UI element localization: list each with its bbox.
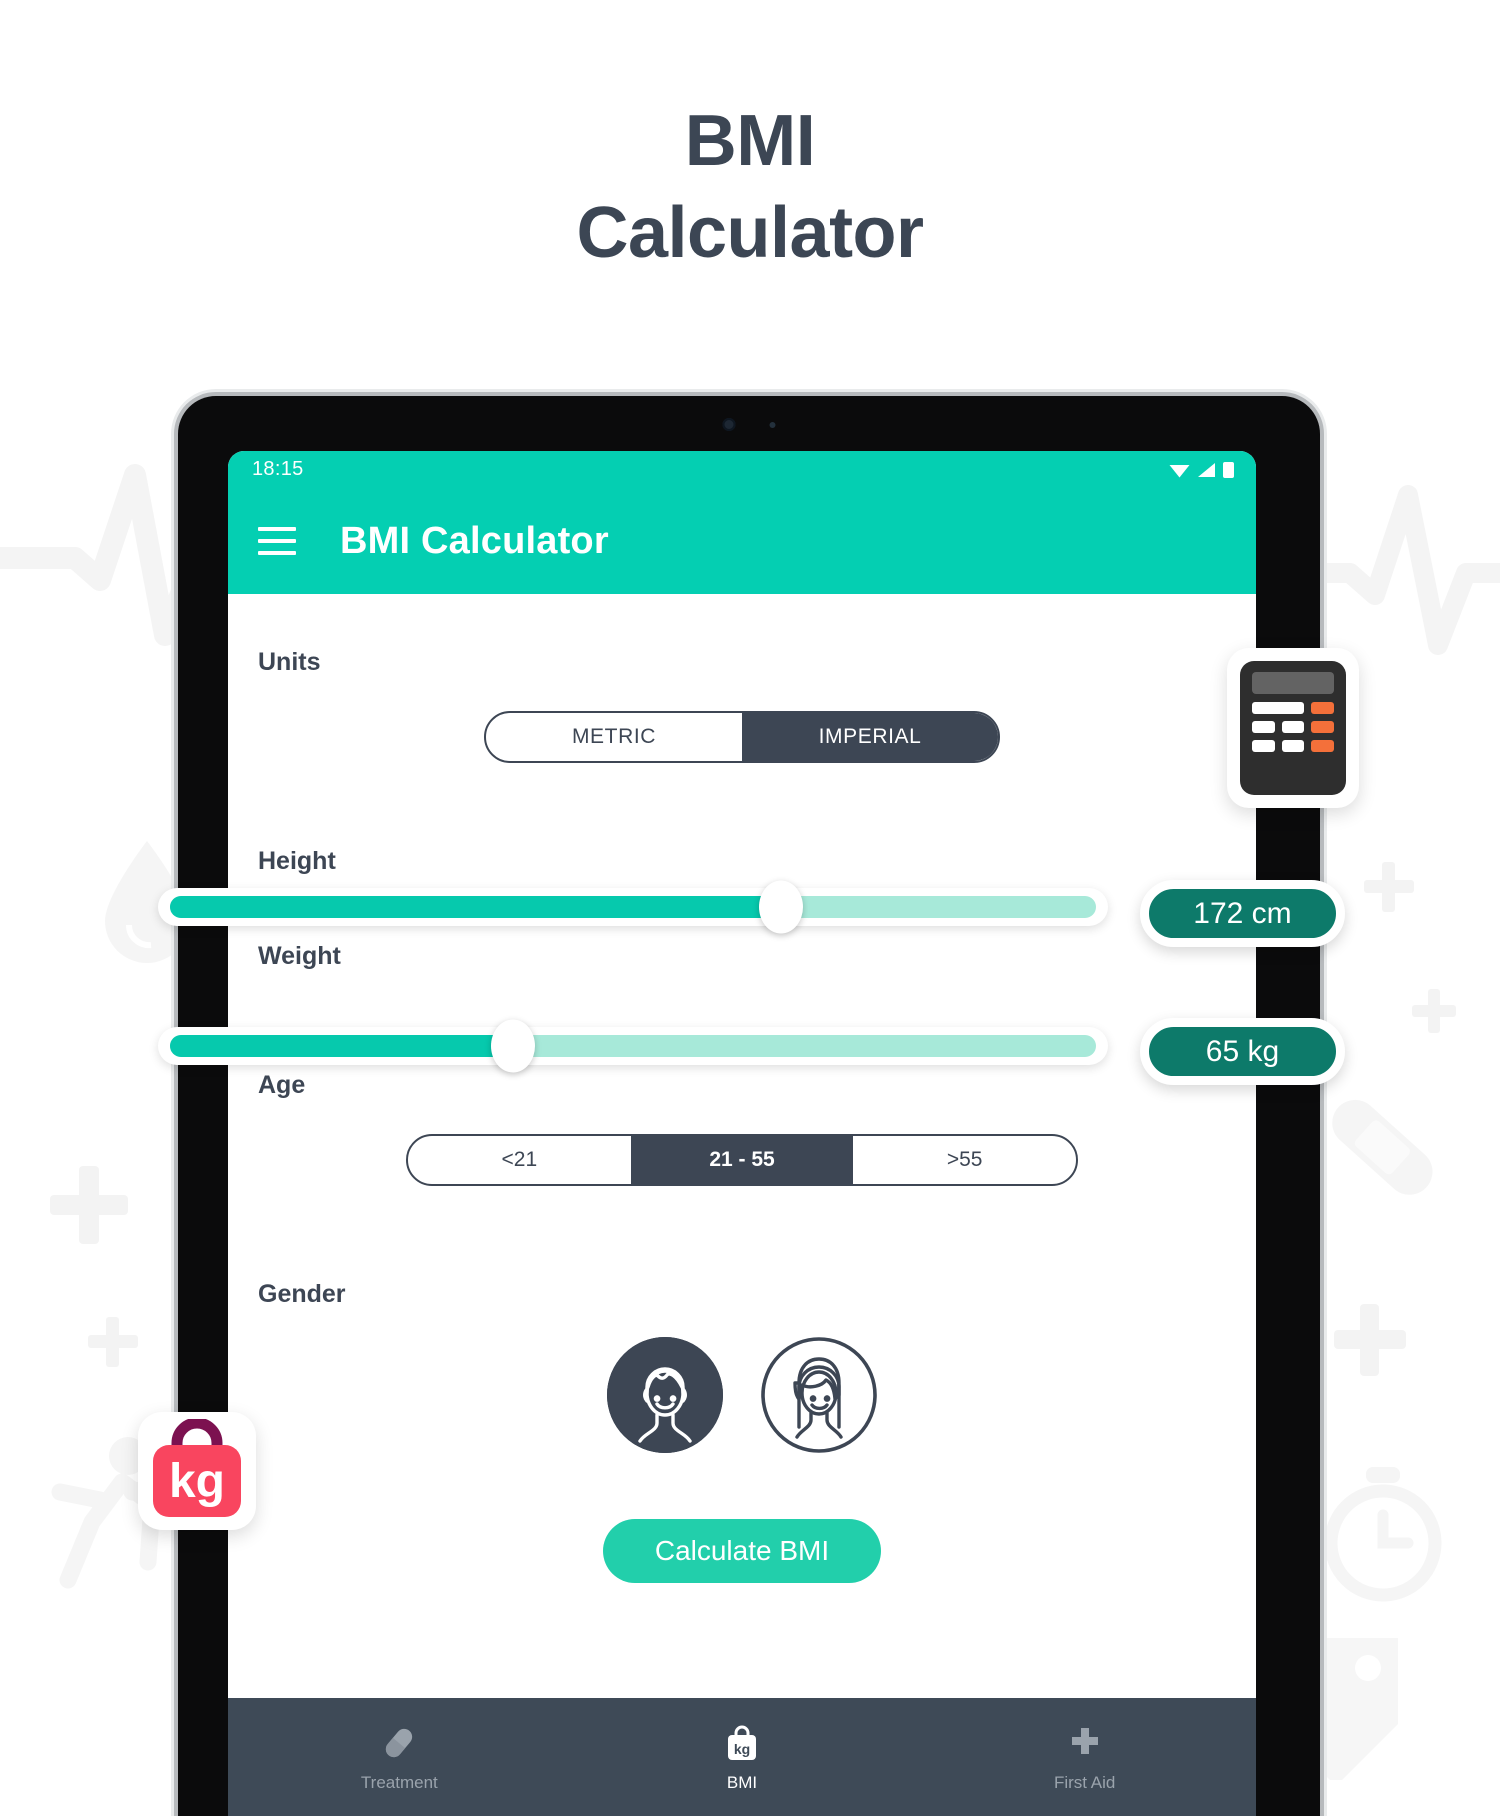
gender-option-male[interactable] — [607, 1337, 723, 1453]
gender-options — [258, 1337, 1226, 1453]
plus-watermark-icon — [50, 1166, 128, 1244]
app-content: Units METRIC IMPERIAL Height Weight Age … — [228, 594, 1256, 1698]
calculator-key-accent — [1311, 740, 1334, 752]
weight-slider-fill — [170, 1035, 513, 1057]
female-avatar-icon — [761, 1337, 877, 1453]
male-avatar-icon — [607, 1337, 723, 1453]
app-bar-title: BMI Calculator — [340, 519, 609, 562]
kg-bag-icon: kg — [153, 1419, 241, 1517]
age-option-over-55[interactable]: >55 — [853, 1136, 1076, 1184]
weight-slider[interactable] — [158, 1019, 1108, 1073]
device-screen: 18:15 BMI Calculator Units METRIC IMPERI… — [228, 451, 1256, 1816]
pill-icon — [381, 1721, 417, 1765]
units-segmented-control[interactable]: METRIC IMPERIAL — [484, 711, 1000, 763]
gender-label: Gender — [258, 1280, 346, 1308]
kg-bag-icon: kg — [725, 1721, 759, 1765]
bottom-navigation-bar: Treatment kg BMI First Aid — [228, 1698, 1256, 1816]
plus-watermark-icon — [1334, 1304, 1406, 1376]
app-bar: BMI Calculator — [228, 488, 1256, 594]
height-slider-track[interactable] — [170, 880, 1096, 934]
kg-sticker-text: kg — [169, 1455, 225, 1508]
height-slider-thumb[interactable] — [759, 880, 804, 934]
height-slider-fill — [170, 896, 782, 918]
calculator-key — [1252, 721, 1275, 733]
nav-label-first-aid: First Aid — [1053, 1773, 1116, 1792]
page-title-line1: BMI — [684, 101, 816, 181]
nav-item-first-aid[interactable]: First Aid — [913, 1721, 1256, 1793]
plus-cross-icon — [1068, 1721, 1102, 1765]
stopwatch-icon — [1324, 1467, 1442, 1602]
plus-watermark-icon — [88, 1317, 138, 1367]
bandage-icon — [1332, 1099, 1433, 1195]
calculator-key — [1281, 740, 1305, 752]
nav-label-treatment: Treatment — [360, 1773, 438, 1792]
plus-watermark-icon — [1364, 862, 1414, 912]
height-slider[interactable] — [158, 880, 1108, 934]
age-segmented-control[interactable]: <21 21 - 55 >55 — [406, 1134, 1078, 1186]
page-title-line2: Calculator — [576, 193, 924, 274]
nav-item-bmi[interactable]: kg BMI — [571, 1721, 914, 1793]
nav-item-treatment[interactable]: Treatment — [228, 1721, 571, 1793]
calculator-key-accent — [1311, 702, 1334, 714]
signal-icon — [1198, 462, 1215, 477]
camera-lens-icon — [722, 418, 736, 431]
plus-watermark-icon — [1412, 989, 1456, 1033]
calculator-key — [1252, 740, 1275, 752]
weight-slider-thumb[interactable] — [490, 1019, 535, 1073]
age-option-21-55[interactable]: 21 - 55 — [630, 1136, 854, 1184]
calculator-sticker — [1227, 648, 1359, 808]
kg-bag-sticker: kg — [138, 1412, 256, 1530]
gender-option-female[interactable] — [761, 1337, 877, 1453]
page-title: BMI Calculator — [0, 95, 1500, 279]
front-camera-area — [722, 418, 776, 431]
nav-label-bmi: BMI — [726, 1773, 758, 1792]
wifi-icon — [1169, 464, 1190, 477]
tablet-device-frame: 18:15 BMI Calculator Units METRIC IMPERI… — [178, 396, 1320, 1816]
svg-text:kg: kg — [734, 1741, 750, 1757]
calculator-display — [1252, 672, 1334, 694]
calculator-key-accent — [1311, 721, 1334, 733]
status-bar: 18:15 — [228, 451, 1256, 488]
calculate-bmi-button[interactable]: Calculate BMI — [603, 1519, 881, 1583]
units-option-imperial[interactable]: IMPERIAL — [742, 713, 998, 761]
battery-icon — [1223, 462, 1234, 478]
status-bar-icons — [1169, 461, 1234, 478]
units-option-metric[interactable]: METRIC — [486, 713, 742, 761]
weight-slider-track[interactable] — [170, 1019, 1096, 1073]
height-label: Height — [258, 847, 336, 875]
sensor-dot-icon — [769, 421, 776, 428]
calculator-key — [1281, 721, 1305, 733]
height-value-badge: 172 cm — [1140, 880, 1345, 947]
weight-value-badge: 65 kg — [1140, 1018, 1345, 1085]
status-bar-clock: 18:15 — [252, 458, 304, 480]
age-option-under-21[interactable]: <21 — [408, 1136, 631, 1184]
hamburger-menu-icon[interactable] — [258, 527, 296, 555]
units-label: Units — [258, 648, 321, 676]
calculator-keys — [1252, 702, 1334, 752]
calculator-key — [1252, 702, 1305, 714]
calculator-body — [1240, 661, 1346, 795]
